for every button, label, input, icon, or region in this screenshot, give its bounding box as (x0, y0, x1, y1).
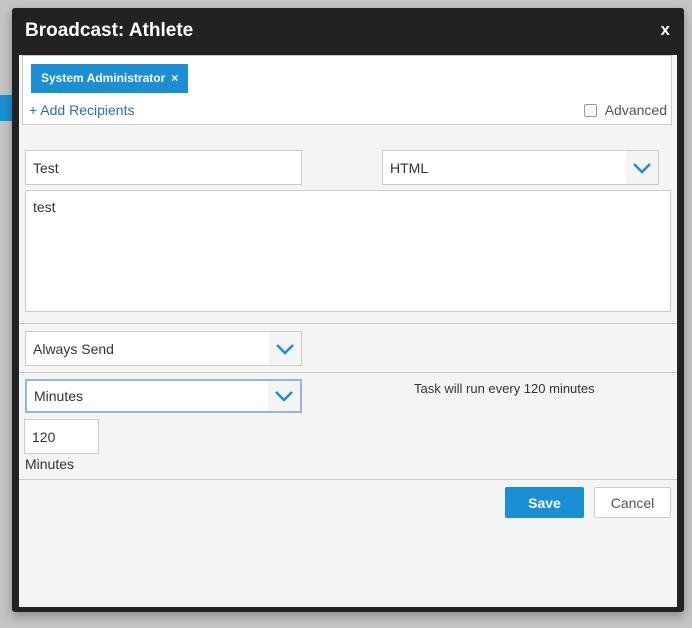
send-condition-value: Always Send (33, 340, 114, 357)
close-icon[interactable]: x (661, 20, 670, 40)
checkbox-icon[interactable] (583, 103, 597, 117)
interval-input[interactable]: 120 (24, 419, 99, 454)
remove-recipient-icon[interactable]: × (171, 71, 178, 85)
broadcast-modal: Broadcast: Athlete x System Administrato… (12, 8, 684, 612)
recipient-chip-label: System Administrator (41, 71, 166, 85)
modal-title: Broadcast: Athlete (25, 20, 194, 41)
schedule-summary: Task will run every 120 minutes (414, 381, 595, 396)
divider (19, 372, 677, 373)
format-value: HTML (390, 159, 429, 176)
recipient-chip: System Administrator × (31, 64, 189, 93)
advanced-label: Advanced (604, 102, 667, 118)
recipients-box: System Administrator × + Add Recipients A… (22, 55, 672, 125)
subject-input[interactable]: Test (25, 150, 302, 185)
divider (19, 479, 677, 480)
cancel-button[interactable]: Cancel (594, 487, 671, 518)
interval-label: Minutes (25, 456, 75, 472)
modal-body: System Administrator × + Add Recipients A… (19, 55, 677, 607)
format-select[interactable]: HTML (382, 150, 659, 185)
chevron-down-icon[interactable] (626, 151, 658, 184)
send-condition-select[interactable]: Always Send (25, 331, 302, 366)
advanced-checkbox[interactable]: Advanced (583, 102, 667, 118)
schedule-unit-select[interactable]: Minutes (25, 379, 302, 413)
message-body-textarea[interactable]: test (25, 190, 671, 312)
chevron-down-icon[interactable] (269, 332, 301, 365)
add-recipients-link[interactable]: + Add Recipients (29, 102, 134, 118)
schedule-unit-value: Minutes (34, 388, 84, 404)
divider (19, 323, 677, 324)
chevron-down-icon[interactable] (268, 381, 300, 411)
save-button[interactable]: Save (505, 487, 584, 518)
background-button-fragment (0, 95, 12, 121)
